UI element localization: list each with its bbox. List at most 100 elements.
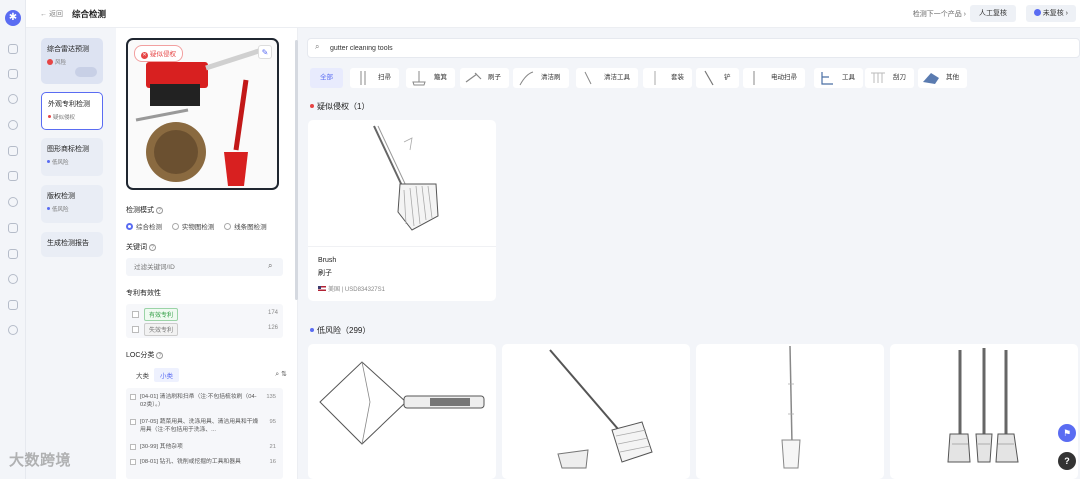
validity-tag: 有效专利 [144,308,179,321]
chip-other[interactable]: 其他 [918,68,967,88]
location-icon[interactable] [8,120,18,130]
step-radar-prediction[interactable]: 综合雷达预测 风险 [41,38,103,84]
flag-icon[interactable]: ⚑ [1058,424,1076,442]
patent-name-en: Brush [318,257,337,264]
chip-label: 套装 [671,74,684,81]
edit-image-icon[interactable]: ✎ [258,45,272,59]
scan-icon[interactable] [8,300,18,310]
patent-id[interactable]: USD834327S1 [345,287,385,293]
chip-all[interactable]: 全部 [310,68,343,88]
panel-scrollbar[interactable] [295,40,298,300]
chip-tool[interactable]: 工具 [814,68,863,88]
mode-photo[interactable]: 实物图检测 [171,223,215,231]
next-product-link[interactable]: 检测下一个产品 › [913,9,966,19]
search-plus-icon[interactable] [8,274,18,284]
chip-label: 铲 [724,74,731,81]
chip-electric-broom[interactable]: 电动扫帚 [743,68,805,88]
result-card-suspected[interactable]: Brush 刷子 美国 | USD834327S1 [308,120,496,301]
status-dot-icon [1033,9,1041,16]
validity-list: 有效专利 174 失效专利 126 [126,304,283,338]
dustpan-thumb-icon [409,70,429,86]
shield-icon[interactable] [8,197,18,207]
checkbox[interactable] [130,459,136,465]
monitor-icon[interactable] [8,44,18,54]
help-icon[interactable]: ? [149,244,156,251]
list-icon[interactable] [8,223,18,233]
checkbox[interactable] [132,311,139,318]
tab-major-class[interactable]: 大类 [130,368,155,382]
chip-scraper[interactable]: 刮刀 [865,68,914,88]
validity-valid[interactable]: 有效专利 [132,308,179,321]
result-card[interactable] [502,344,690,479]
warning-icon: ✕ [141,52,148,59]
keyword-input[interactable] [126,258,283,276]
step-copyright[interactable]: 版权检测 低风险 [41,185,103,223]
brush-thumb-icon [463,70,483,86]
result-card[interactable] [696,344,884,479]
step-name: 图形商标检测 [47,146,89,153]
chip-broom[interactable]: 扫帚 [350,68,399,88]
help-icon[interactable]: ? [156,352,164,359]
group-title-low-risk: 低风险（299） [310,325,370,336]
manual-review-button[interactable]: 人工复核 [970,5,1016,22]
search-icon[interactable]: ⌕ [275,371,279,378]
tab-minor-class[interactable]: 小类 [154,368,179,382]
filter-panel: ✕疑似侵权 ✎ 检测模式? 综合检测 实物图检测 线条图检测 关键词? ⌕ 专利… [116,28,298,479]
help-button[interactable]: ? [1058,452,1076,470]
group-title-label: 疑似侵权（1） [317,102,370,111]
checkbox[interactable] [130,444,136,450]
risk-icon [47,59,53,65]
mode-combined[interactable]: 综合检测 [126,223,162,231]
checkbox[interactable] [132,326,139,333]
chip-label: 扫帚 [378,74,391,81]
back-link[interactable]: ← 返回 [40,9,63,19]
patent-drawing [308,344,496,470]
bank-icon[interactable] [8,249,18,259]
book-icon[interactable] [8,171,18,181]
section-label: 关键词 [126,244,147,251]
link-icon[interactable] [8,325,18,335]
loc-item-text: [08-01] 钻孔、铣削或挖掘的工具和器具 [140,459,241,465]
grid-icon[interactable] [8,69,18,79]
app-logo-icon[interactable]: ✱ [5,10,21,26]
detection-steps: 综合雷达预测 风险 外观专利检测 疑似侵权 图形商标检测 低风险 版权检测 低风… [34,28,114,479]
search-icon[interactable]: ⌕ [268,261,272,271]
result-card[interactable] [308,344,496,479]
step-sub: 低风险 [52,207,69,213]
chip-shovel[interactable]: 铲 [696,68,739,88]
category-chips: 全部 扫帚 簸箕 刷子 清洁刷 清洁工具 套装 铲 电动扫帚 工具 刮刀 其他 [310,68,1080,88]
patent-icon[interactable] [8,94,18,104]
chip-set[interactable]: 套装 [643,68,692,88]
chip-brush[interactable]: 刷子 [460,68,509,88]
step-trademark[interactable]: 图形商标检测 低风险 [41,138,103,176]
search-input[interactable] [307,38,1080,58]
chip-dustpan[interactable]: 簸箕 [406,68,455,88]
loc-item-text: [30-99] 其他杂项 [140,444,183,450]
validity-invalid[interactable]: 失效专利 [132,323,179,336]
mode-label: 实物图检测 [181,224,215,231]
product-illustration [135,45,269,186]
patent-country: 美国 [328,287,341,293]
checkbox[interactable] [130,419,136,425]
radio-icon [224,223,232,230]
top-bar: ← 返回 综合检测 检测下一个产品 › 人工复核 未复核 › [26,0,1080,28]
validity-label: 专利有效性 [126,290,161,297]
sort-icon[interactable]: ⇅ [281,371,287,378]
review-status-button[interactable]: 未复核 › [1025,5,1076,22]
mode-line[interactable]: 线条图检测 [224,223,267,231]
result-card[interactable] [890,344,1078,479]
infringement-badge: ✕ 疑似侵权 [134,45,183,62]
radar-toggle[interactable] [75,67,97,77]
checkbox[interactable] [130,394,136,400]
document-icon[interactable] [8,146,18,156]
chip-label: 刷子 [488,74,501,81]
patent-drawing [890,344,1078,470]
validity-tag: 失效专利 [144,323,179,336]
chip-cleaning-brush[interactable]: 清洁刷 [513,68,569,88]
chip-cleaning-tool[interactable]: 清洁工具 [576,68,638,88]
step-report[interactable]: 生成检测报告 [41,232,103,257]
help-icon[interactable]: ? [156,207,163,214]
group-title-suspected: 疑似侵权（1） [310,101,369,112]
loc-tools: ⌕ ⇅ [275,370,287,379]
step-appearance-patent[interactable]: 外观专利检测 疑似侵权 [41,92,103,130]
